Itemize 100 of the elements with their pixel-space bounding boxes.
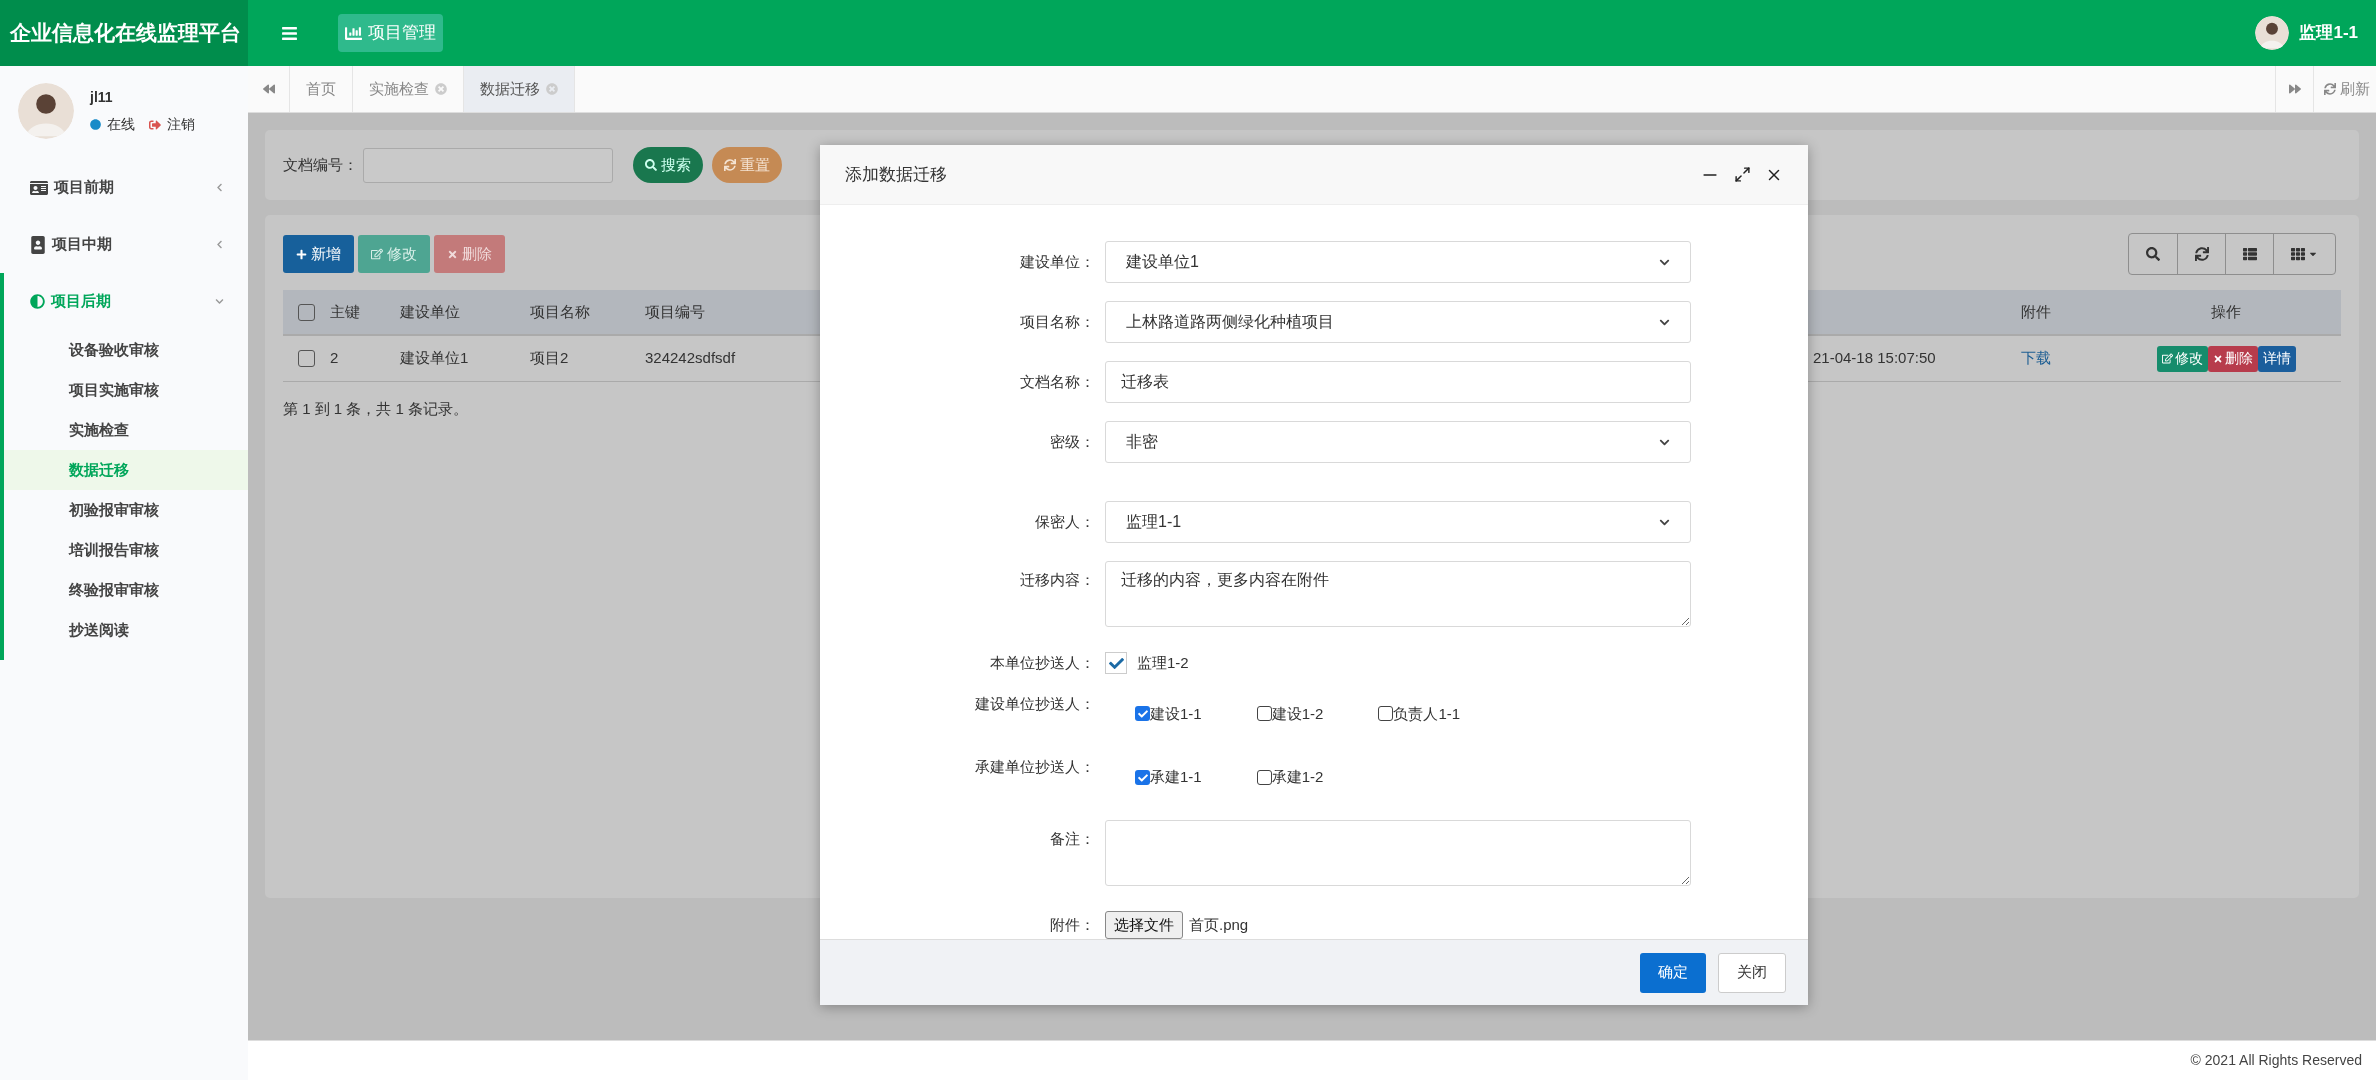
copyright-text: © 2021 All Rights Reserved: [2190, 1051, 2362, 1070]
search-button[interactable]: 搜索: [633, 147, 703, 183]
column-header: 建设单位: [400, 301, 460, 322]
toolbar-button[interactable]: 新增: [283, 235, 354, 273]
avatar: [18, 83, 74, 139]
search-field[interactable]: [363, 147, 613, 183]
logout-icon: [149, 118, 161, 131]
checkbox-label: 建设1-2: [1271, 703, 1324, 724]
form-label: 项目名称：: [1020, 311, 1095, 332]
file-name: 首页.png: [1189, 914, 1249, 935]
form-label: 建设单位抄送人：: [975, 693, 1095, 714]
list-icon: [2242, 247, 2257, 261]
checkbox[interactable]: [1256, 706, 1272, 722]
checkbox-label: 承建1-2: [1271, 767, 1324, 788]
checkbox[interactable]: [1256, 770, 1272, 785]
form-label: 密级：: [1050, 431, 1095, 452]
confirm-button[interactable]: 确定: [1640, 952, 1706, 993]
close-button[interactable]: 关闭: [1718, 952, 1786, 993]
submenu-item[interactable]: 抄送阅读: [4, 610, 248, 650]
refresh-icon: [2194, 247, 2209, 261]
user-name: jl11: [90, 88, 114, 107]
menu-item[interactable]: 项目中期: [4, 216, 248, 273]
select-field[interactable]: 监理1-1: [1105, 501, 1691, 543]
column-header: 主键: [330, 301, 360, 322]
submenu-item[interactable]: 设备验收审核: [4, 330, 248, 370]
column-header: 操作: [2211, 301, 2241, 322]
rewind-icon: [262, 83, 275, 95]
dialog-title: 添加数据迁移: [845, 163, 947, 186]
checkbox[interactable]: [298, 350, 315, 367]
checkbox[interactable]: [1378, 706, 1394, 722]
checkbox-label: 承建1-1: [1150, 767, 1202, 788]
submenu-item[interactable]: 实施检查: [4, 410, 248, 450]
app-title: 企业信息化在线监理平台: [10, 19, 241, 48]
choose-file-button[interactable]: 选择文件: [1105, 911, 1183, 939]
checkbox[interactable]: [1135, 770, 1150, 785]
chevron-down-icon: [215, 297, 224, 306]
submenu-item[interactable]: 项目实施审核: [4, 370, 248, 410]
text-field[interactable]: 迁移表: [1105, 361, 1691, 403]
edit-icon: [371, 248, 383, 260]
status-text: 在线: [107, 115, 135, 134]
chevron-left-icon: [215, 183, 224, 192]
tab[interactable]: 首页: [290, 66, 353, 112]
column-header: 附件: [2020, 301, 2051, 322]
menu-icon[interactable]: [281, 24, 298, 42]
chevron-left-icon: [215, 240, 224, 249]
close-icon: [2212, 353, 2223, 364]
textarea-field[interactable]: 迁移的内容，更多内容在附件: [1105, 561, 1691, 627]
submenu-item[interactable]: 初验报审审核: [4, 490, 248, 530]
grid-icon: [2291, 247, 2305, 261]
plus-icon: [296, 248, 307, 260]
bar-chart-icon: [345, 24, 362, 42]
avatar: [2255, 16, 2290, 50]
submenu-item[interactable]: 培训报告审核: [4, 530, 248, 570]
row-action-button[interactable]: 详情: [2257, 345, 2296, 372]
form-label: 保密人：: [1035, 511, 1095, 532]
submenu-item[interactable]: 终验报审审核: [4, 570, 248, 610]
table-cell-text: 建设单位1: [400, 348, 469, 369]
row-action-button[interactable]: 删除: [2207, 345, 2258, 372]
textarea-field[interactable]: [1105, 820, 1691, 886]
table-cell-text: 21-04-18 15:07:50: [1812, 348, 1936, 369]
refresh-icon: [2324, 83, 2336, 95]
checkbox[interactable]: [1135, 706, 1150, 722]
checkbox-label: 建设1-1: [1150, 703, 1202, 724]
portrait-icon: [30, 235, 46, 254]
column-header: 项目名称: [530, 301, 590, 322]
search-icon: [2146, 247, 2160, 261]
check-icon: [1108, 655, 1124, 671]
menu-item[interactable]: 项目前期: [4, 159, 248, 216]
close-icon: [447, 248, 458, 260]
table-cell-text: 324242sdfsdf: [645, 348, 736, 369]
form-label: 备注：: [1050, 829, 1095, 849]
search-icon: [645, 159, 657, 171]
download-link[interactable]: 下载: [2011, 347, 2051, 370]
row-action-button[interactable]: 修改: [2156, 345, 2208, 372]
column-header: 项目编号: [645, 301, 705, 322]
refresh-button[interactable]: 刷新: [2313, 66, 2376, 112]
logout-link[interactable]: 注销: [167, 114, 195, 135]
checkbox-label: 监理1-2: [1137, 653, 1189, 673]
checkbox[interactable]: [298, 303, 315, 321]
select-field[interactable]: 建设单位1: [1105, 241, 1691, 283]
check-icon: [1137, 708, 1148, 719]
fast-forward-icon: [2288, 83, 2301, 95]
maximize-icon[interactable]: [1734, 166, 1751, 183]
refresh-icon: [724, 159, 736, 171]
select-field[interactable]: 上林路道路两侧绿化种植项目: [1105, 301, 1691, 343]
form-label: 建设单位：: [1020, 251, 1095, 272]
form-label: 本单位抄送人：: [990, 653, 1095, 673]
table-cell-text: 2: [330, 348, 339, 369]
form-label: 承建单位抄送人：: [975, 757, 1095, 778]
check-icon: [1137, 772, 1148, 783]
form-label: 附件：: [1050, 914, 1095, 935]
table-cell-text: 项目2: [530, 348, 569, 369]
tab[interactable]: 数据迁移: [464, 66, 575, 112]
form-label: 迁移内容：: [1020, 570, 1095, 590]
id-card-icon: [30, 178, 48, 197]
pagination-info: 第 1 到 1 条，共 1 条记录。: [283, 399, 470, 419]
select-field[interactable]: 非密: [1105, 421, 1691, 463]
edit-icon: [2161, 353, 2173, 364]
search-label: 文档编号：: [283, 154, 358, 175]
form-label: 文档名称：: [1020, 371, 1095, 392]
